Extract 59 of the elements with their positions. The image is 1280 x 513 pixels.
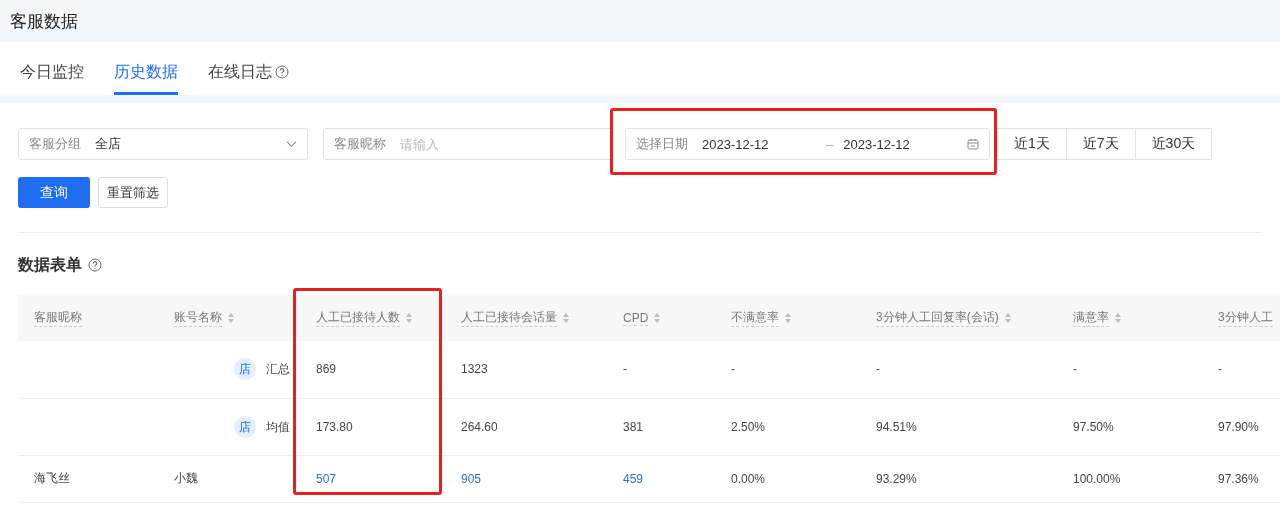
reset-button[interactable]: 重置筛选 (98, 177, 168, 208)
sort-icon[interactable] (1114, 312, 1122, 324)
table-cell: 94.51% (876, 419, 917, 434)
table-cell: 97.90% (1218, 419, 1259, 434)
range-button[interactable]: 近7天 (1065, 128, 1136, 160)
column-header: 账号名称 (174, 309, 222, 327)
table-cell: - (623, 362, 627, 377)
column-header: 3分钟人工回复率(会话) (876, 309, 999, 327)
table-link[interactable]: 507 (316, 471, 337, 486)
column-header: 人工已接待人数 (316, 309, 400, 327)
section-title: 数据表单 (18, 254, 82, 275)
group-select[interactable]: 客服分组 全店 (18, 128, 308, 160)
column-header: 3分钟人工 (1218, 309, 1273, 327)
help-icon (275, 65, 289, 79)
table-cell: 2.50% (731, 419, 766, 434)
query-button[interactable]: 查询 (18, 177, 90, 208)
store-badge: 店 (234, 358, 256, 381)
column-header: CPD (623, 310, 649, 326)
column-header: 不满意率 (731, 309, 779, 327)
table-cell: 1323 (461, 362, 488, 377)
table-cell: 100.00% (1073, 471, 1121, 486)
table-cell: - (1218, 362, 1222, 377)
table-link[interactable]: 905 (461, 471, 482, 486)
date-range-field[interactable]: 选择日期 2023-12-12 – 2023-12-12 (625, 128, 990, 160)
tab[interactable]: 今日监控 (20, 52, 84, 95)
column-header: 满意率 (1073, 309, 1109, 327)
store-badge: 店 (234, 415, 256, 438)
table-cell: 97.36% (1218, 471, 1259, 486)
sort-icon[interactable] (653, 312, 662, 324)
table-cell: 264.60 (461, 419, 498, 434)
column-header: 客服昵称 (34, 309, 82, 327)
table-cell: 381 (623, 419, 644, 434)
table-cell: - (1073, 362, 1077, 377)
page-title: 客服数据 (10, 10, 78, 33)
range-button[interactable]: 近30天 (1134, 128, 1213, 160)
table-cell: 小魏 (174, 471, 198, 485)
table-cell: 869 (316, 362, 337, 377)
sort-icon[interactable] (405, 312, 413, 324)
table-cell: 均值 (266, 419, 290, 434)
table-cell: 海飞丝 (34, 471, 70, 485)
table-cell: - (731, 362, 735, 377)
table-cell: 汇总 (266, 362, 290, 377)
table-cell: - (876, 362, 880, 377)
calendar-icon (967, 138, 979, 150)
sort-icon[interactable] (1003, 312, 1012, 324)
table-cell: 173.80 (316, 419, 353, 434)
column-header: 人工已接待会话量 (461, 309, 557, 327)
table-cell: 97.50% (1073, 419, 1114, 434)
table-cell: 0.00% (731, 471, 766, 486)
sort-icon[interactable] (784, 312, 792, 324)
chevron-down-icon (286, 140, 297, 148)
help-icon (88, 258, 102, 272)
sort-icon[interactable] (562, 312, 570, 324)
nickname-field[interactable]: 客服昵称 请输入 (323, 128, 613, 160)
table-cell: 93.29% (876, 471, 917, 486)
sort-icon[interactable] (227, 312, 235, 324)
table-link[interactable]: 459 (623, 471, 644, 486)
range-button[interactable]: 近1天 (997, 128, 1067, 160)
tab[interactable]: 在线日志 (208, 52, 289, 95)
